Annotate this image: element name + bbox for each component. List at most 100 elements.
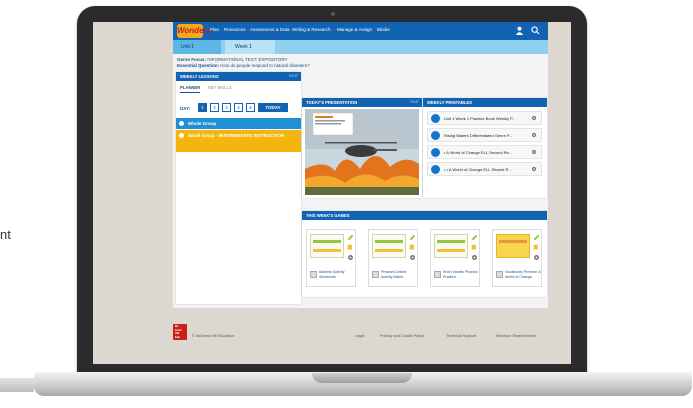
laptop-base-left <box>0 378 34 392</box>
game-thumbnail[interactable] <box>372 234 406 258</box>
footer-link-legal[interactable]: Legal <box>355 334 364 338</box>
day-1-button[interactable]: 1 <box>198 103 207 112</box>
breadcrumb: Unit 1 Week 1 <box>173 40 548 54</box>
weekly-lessons-panel: WEEKLY LESSONS EDIT PLANNER KEY SKILLS D… <box>176 72 301 304</box>
game-card[interactable]: Vocabulary Preview: A World of Change <box>492 229 542 287</box>
laptop-screen: Wonders Plan Resources Assessment & Data… <box>93 22 571 364</box>
game-type-icon <box>310 271 317 278</box>
gear-icon[interactable] <box>531 166 537 172</box>
game-label: Adverse Activity Sentences <box>319 270 345 279</box>
download-icon <box>431 165 440 174</box>
games-title: THIS WEEK'S GAMES <box>306 213 350 218</box>
footer-link-privacy[interactable]: Privacy and Cookie Policy <box>380 334 424 338</box>
game-thumbnail[interactable] <box>310 234 344 258</box>
weekly-lessons-title: WEEKLY LESSONS <box>180 74 219 79</box>
nav-plan[interactable]: Plan <box>210 27 219 32</box>
tab-key-skills[interactable]: KEY SKILLS <box>208 85 232 90</box>
presentation-title: TODAY'S PRESENTATION <box>306 100 358 105</box>
printables-panel: WEEKLY PRINTABLES Unit 1 Week 1 Practice… <box>423 98 547 198</box>
game-thumbnail[interactable] <box>496 234 530 258</box>
whole-group-label: Whole Group <box>188 121 217 126</box>
genre-focus-value: INFORMATIONAL TEXT: EXPOSITORY <box>207 57 288 62</box>
printable-label: Unit 1 Week 1 Practice Book Weekly P... <box>444 116 516 121</box>
camera-icon <box>331 12 335 16</box>
copy-icon[interactable] <box>471 244 478 251</box>
essential-question-label: Essential Question: <box>177 63 220 68</box>
weekly-lessons-edit[interactable]: EDIT <box>289 72 298 81</box>
copy-icon[interactable] <box>409 244 416 251</box>
search-icon[interactable] <box>531 26 540 35</box>
printable-label: Rising Waters Differentiated Genre P... <box>444 133 513 138</box>
printable-item[interactable]: Unit 1 Week 1 Practice Book Weekly P... <box>427 111 542 125</box>
download-icon <box>431 148 440 157</box>
printable-label: • • A World of Change ELL Shared R... <box>444 167 512 172</box>
pencil-icon[interactable] <box>533 234 540 241</box>
copyright-text: © McGraw-Hill Education <box>192 334 235 338</box>
small-group-icon <box>179 133 184 138</box>
gear-icon[interactable] <box>347 254 354 261</box>
page-side-text: nt <box>0 227 11 242</box>
game-type-icon <box>496 271 503 278</box>
user-icon[interactable] <box>515 26 524 35</box>
gear-icon[interactable] <box>531 115 537 121</box>
nav-binder[interactable]: Binder <box>377 27 390 32</box>
nav-manage[interactable]: Manage & Assign <box>337 27 372 32</box>
nav-assessment[interactable]: Assessment & Data <box>250 27 290 32</box>
genre-info: Genre Focus: INFORMATIONAL TEXT: EXPOSIT… <box>177 57 310 69</box>
pencil-icon[interactable] <box>471 234 478 241</box>
printable-item[interactable]: Rising Waters Differentiated Genre P... <box>427 128 542 142</box>
wonders-logo[interactable]: Wonders <box>177 24 211 38</box>
app-page: Wonders Plan Resources Assessment & Data… <box>173 22 548 308</box>
copy-icon[interactable] <box>533 244 540 251</box>
mcgraw-hill-logo[interactable]: Mc Graw Hill Edu <box>173 324 187 340</box>
today-button[interactable]: TODAY <box>258 103 288 112</box>
day-3-button[interactable]: 3 <box>222 103 231 112</box>
gear-icon[interactable] <box>533 254 540 261</box>
logo-line: Edu <box>175 335 180 339</box>
printable-label: • A World of Change ELL Second Re... <box>444 150 513 155</box>
download-icon <box>431 131 440 140</box>
small-group-label: Small Group - INTERMEDIATE INSTRUCTION <box>188 133 285 138</box>
day-label: DAY: <box>180 106 191 111</box>
weekly-lessons-header: WEEKLY LESSONS EDIT <box>176 72 301 81</box>
small-group-bar[interactable]: Small Group - INTERMEDIATE INSTRUCTION <box>176 130 301 152</box>
game-type-icon <box>434 271 441 278</box>
game-thumbnail[interactable] <box>434 234 468 258</box>
genre-focus-label: Genre Focus: <box>177 57 207 62</box>
whole-group-icon <box>179 121 184 126</box>
game-card[interactable]: Precise/Context Activity Match <box>368 229 418 287</box>
games-header: THIS WEEK'S GAMES <box>302 211 547 220</box>
nav-writing[interactable]: Writing & Research <box>292 27 331 32</box>
whole-group-bar[interactable]: Whole Group <box>176 118 301 129</box>
presentation-image[interactable] <box>305 109 419 195</box>
tab-planner[interactable]: PLANNER <box>180 85 201 93</box>
presentation-edit[interactable]: EDIT <box>410 98 419 107</box>
gear-icon[interactable] <box>471 254 478 261</box>
top-nav: Wonders Plan Resources Assessment & Data… <box>173 22 548 40</box>
day-4-button[interactable]: 4 <box>234 103 243 112</box>
day-5-button[interactable]: 5 <box>246 103 255 112</box>
copy-icon[interactable] <box>347 244 354 251</box>
pencil-icon[interactable] <box>409 234 416 241</box>
breadcrumb-unit[interactable]: Unit 1 <box>173 40 221 54</box>
printables-header: WEEKLY PRINTABLES <box>423 98 547 107</box>
nav-resources[interactable]: Resources <box>224 27 246 32</box>
game-card[interactable]: Adverse Activity Sentences <box>306 229 356 287</box>
games-panel: THIS WEEK'S GAMES Adverse Activity Sente… <box>302 211 547 297</box>
gear-icon[interactable] <box>409 254 416 261</box>
printable-item[interactable]: • A World of Change ELL Second Re... <box>427 145 542 159</box>
footer-link-requirements[interactable]: Minimum Requirements <box>496 334 536 338</box>
printables-title: WEEKLY PRINTABLES <box>427 100 473 105</box>
pencil-icon[interactable] <box>347 234 354 241</box>
game-label: Vocabulary Preview: A World of Change <box>505 270 541 279</box>
presentation-panel: TODAY'S PRESENTATION EDIT <box>302 98 422 198</box>
footer-link-support[interactable]: Technical Support <box>446 334 476 338</box>
breadcrumb-week[interactable]: Week 1 <box>225 40 275 54</box>
gear-icon[interactable] <box>531 132 537 138</box>
gear-icon[interactable] <box>531 149 537 155</box>
essential-question-value: How do people respond to natural disaste… <box>220 63 310 68</box>
printable-item[interactable]: • • A World of Change ELL Shared R... <box>427 162 542 176</box>
day-2-button[interactable]: 2 <box>210 103 219 112</box>
game-card[interactable]: Short Vowels Phonics Practice <box>430 229 480 287</box>
laptop-notch <box>312 373 412 383</box>
